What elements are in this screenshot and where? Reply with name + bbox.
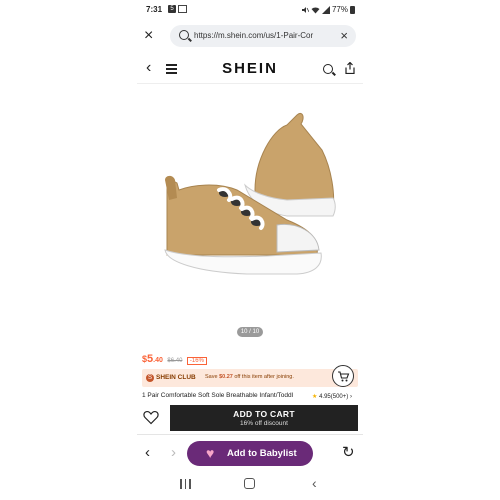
price-decimal: .40: [153, 357, 163, 364]
system-nav-bar: ‹: [137, 472, 363, 500]
battery-icon: [350, 5, 355, 14]
product-price: $5.40 $6.40 -16%: [142, 353, 207, 365]
search-icon: [179, 30, 189, 40]
add-to-cart-button[interactable]: ADD TO CART 16% off discount: [170, 405, 358, 431]
club-coin-icon: S: [146, 374, 154, 382]
signal-icon: [321, 5, 330, 14]
notification-badge: 5: [168, 5, 176, 13]
babylist-label: Add to Babylist: [227, 448, 297, 459]
purchase-actions: ADD TO CART 16% off discount: [137, 405, 363, 433]
shein-club-banner[interactable]: S SHEIN CLUB Save $0.27 off this item af…: [142, 369, 358, 387]
shoe-back: [244, 112, 336, 217]
reload-icon[interactable]: ↻: [342, 443, 355, 461]
product-rating[interactable]: ★ 4.95(500+) ›: [312, 393, 352, 400]
floating-cart-button[interactable]: [332, 365, 354, 387]
site-header: ‹ SHEIN: [137, 55, 363, 84]
club-save-text: Save $0.27 off this item after joining.: [205, 374, 294, 380]
discount-badge: -16%: [186, 357, 207, 365]
phone-screen: 7:31 5 77% × https://m.shein.com/us/1-Pa…: [137, 0, 363, 500]
product-title[interactable]: 1 Pair Comfortable Soft Sole Breathable …: [142, 392, 312, 399]
cart-icon: [338, 371, 350, 382]
recents-icon[interactable]: [180, 479, 191, 489]
browser-back-icon[interactable]: ‹: [145, 444, 150, 461]
browser-forward-icon[interactable]: ›: [171, 444, 176, 461]
battery-percent: 77%: [331, 5, 348, 14]
clear-url-button[interactable]: ×: [340, 28, 348, 43]
url-field[interactable]: https://m.shein.com/us/1-Pair-Cor ×: [170, 25, 356, 47]
original-price: $6.40: [167, 358, 183, 364]
browser-url-bar: × https://m.shein.com/us/1-Pair-Cor ×: [137, 22, 363, 50]
heart-icon: ♥: [206, 445, 215, 461]
gallery-counter: 10 / 10: [237, 327, 263, 337]
url-text[interactable]: https://m.shein.com/us/1-Pair-Cor: [194, 31, 326, 40]
wifi-icon: [311, 6, 320, 13]
share-icon[interactable]: [345, 62, 355, 74]
status-time: 7:31: [146, 5, 163, 14]
browser-bottom-bar: ‹ › ♥ Add to Babylist ↻: [137, 434, 363, 473]
club-save-amount: $0.27: [219, 374, 233, 380]
status-right: 77%: [301, 5, 355, 14]
system-back-icon[interactable]: ‹: [312, 475, 317, 491]
add-to-cart-label: ADD TO CART: [233, 409, 295, 419]
status-bar: 7:31 5 77%: [137, 0, 363, 20]
home-icon[interactable]: [244, 478, 255, 489]
gallery-notification-icon: [178, 5, 187, 13]
add-to-cart-discount: 16% off discount: [240, 420, 288, 427]
wishlist-heart-icon[interactable]: [143, 410, 159, 425]
star-icon: ★: [312, 394, 318, 400]
product-image[interactable]: [137, 90, 363, 340]
site-search-icon[interactable]: [323, 64, 333, 74]
add-to-babylist-button[interactable]: ♥ Add to Babylist: [187, 441, 313, 466]
mute-icon: [301, 6, 309, 13]
close-tab-button[interactable]: ×: [144, 28, 153, 44]
club-name: SHEIN CLUB: [156, 374, 196, 381]
